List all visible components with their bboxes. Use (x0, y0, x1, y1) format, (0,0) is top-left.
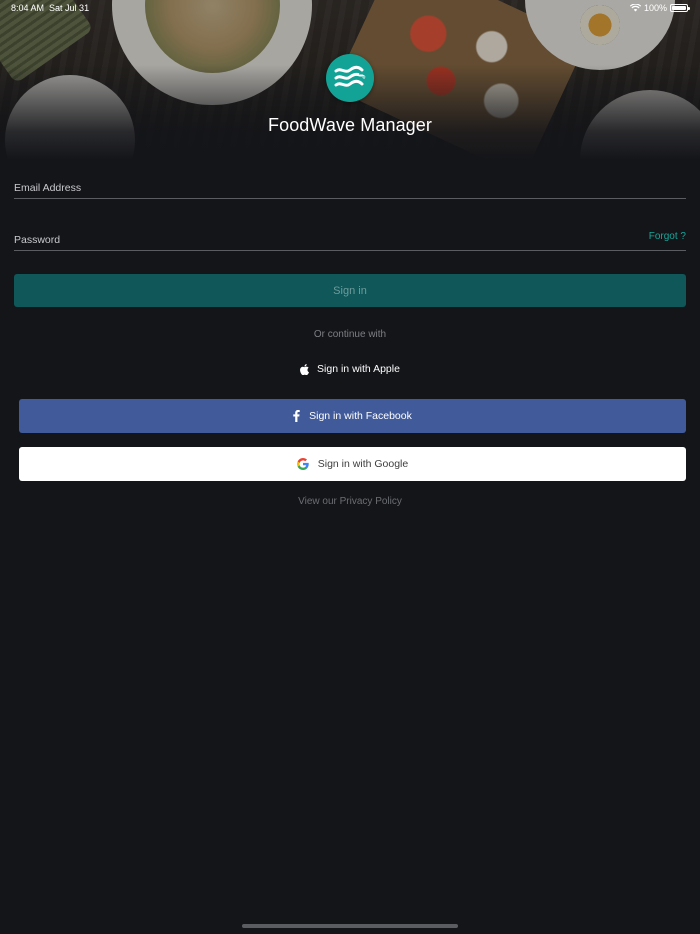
status-date: Sat Jul 31 (49, 3, 90, 13)
sign-in-label: Sign in (333, 284, 367, 297)
continue-with-divider: Or continue with (313, 329, 387, 340)
privacy-policy-link[interactable]: View our Privacy Policy (0, 496, 700, 507)
battery-icon (670, 4, 690, 12)
password-input[interactable] (14, 223, 686, 250)
login-screen: 8:04 AM Sat Jul 31 100% FoodWave Manager… (0, 0, 700, 934)
sign-in-apple-button[interactable]: Sign in with Apple (280, 357, 420, 381)
status-indicators: 100% (629, 3, 690, 13)
wifi-icon (629, 4, 641, 12)
apple-icon (300, 363, 310, 375)
apple-label: Sign in with Apple (317, 363, 400, 375)
status-time: 8:04 AM Sat Jul 31 (11, 3, 89, 13)
sign-in-button[interactable]: Sign in (14, 274, 686, 307)
status-clock: 8:04 AM (11, 3, 45, 13)
google-icon (296, 458, 309, 470)
status-bar: 8:04 AM Sat Jul 31 100% (0, 0, 700, 18)
facebook-icon (293, 410, 300, 422)
wave-fork-logo-icon (326, 54, 374, 102)
facebook-label: Sign in with Facebook (309, 410, 412, 422)
email-field[interactable]: Email Address (14, 171, 686, 199)
battery-percent: 100% (643, 3, 667, 13)
password-field[interactable]: Password Forgot ? (14, 223, 686, 251)
google-label: Sign in with Google (317, 458, 409, 470)
app-title: FoodWave Manager (267, 115, 432, 135)
sign-in-google-button[interactable]: Sign in with Google (19, 447, 686, 481)
email-input[interactable] (14, 171, 686, 198)
forgot-password-link[interactable]: Forgot ? (649, 231, 686, 242)
home-indicator[interactable] (242, 924, 458, 928)
sign-in-facebook-button[interactable]: Sign in with Facebook (19, 399, 686, 433)
